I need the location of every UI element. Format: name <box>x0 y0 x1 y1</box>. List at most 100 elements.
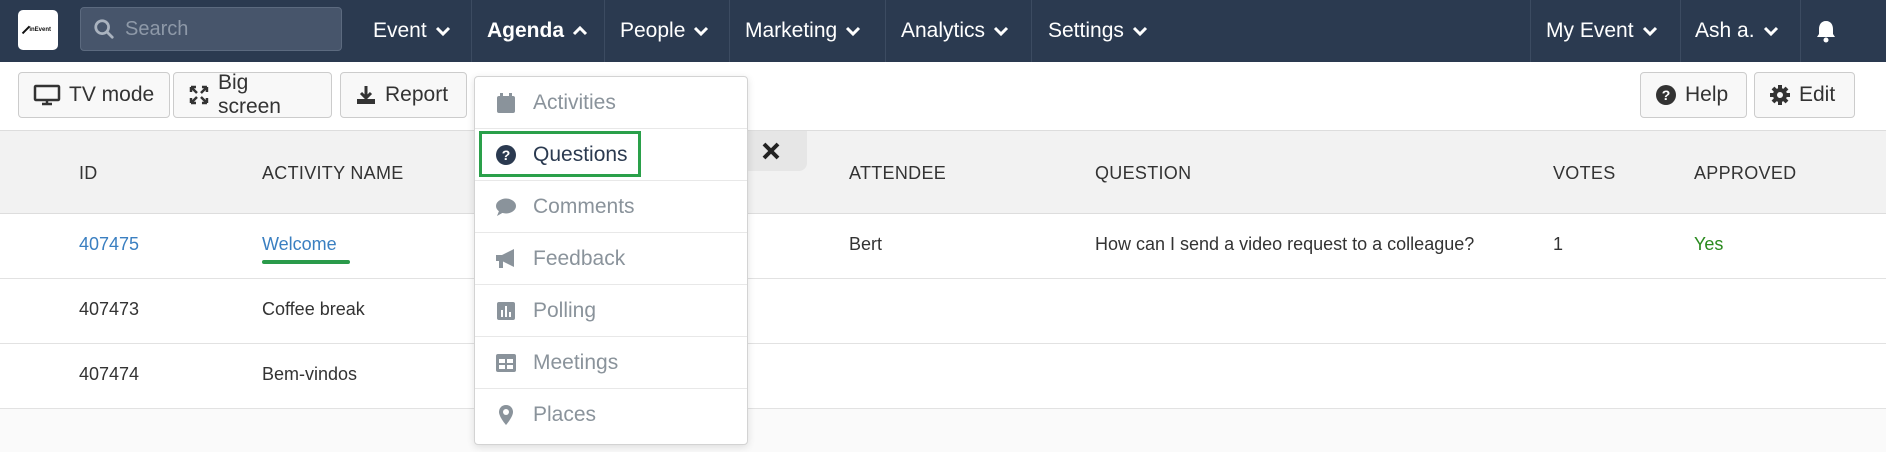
table-row[interactable]: 407473 Coffee break <box>0 279 1886 344</box>
column-header-question[interactable]: QUESTION <box>1095 163 1191 184</box>
nav-analytics-label: Analytics <box>901 19 986 42</box>
nav-event-label: Event <box>373 19 427 42</box>
nav-marketing-label: Marketing <box>745 19 838 42</box>
help-label: Help <box>1685 83 1729 106</box>
bullhorn-icon <box>491 248 521 270</box>
nav-divider <box>885 0 886 62</box>
top-navigation-bar: inEvent Event Agenda People Marketing An… <box>0 0 1886 62</box>
bar-chart-icon <box>491 301 521 321</box>
nav-settings[interactable]: Settings <box>1048 0 1148 62</box>
calendar-icon <box>491 92 521 114</box>
question-circle-icon: ? <box>491 144 521 166</box>
menu-item-places[interactable]: Places <box>475 389 747 441</box>
map-marker-icon <box>491 404 521 426</box>
report-button[interactable]: Report <box>340 72 467 118</box>
nav-divider <box>1031 0 1032 62</box>
row-id: 407474 <box>79 364 140 384</box>
big-screen-label: Big screen <box>217 71 281 118</box>
close-icon <box>762 142 780 160</box>
menu-item-label: Activities <box>533 90 616 114</box>
column-header-attendee[interactable]: ATTENDEE <box>849 163 946 184</box>
edit-label: Edit <box>1799 83 1836 106</box>
menu-item-meetings[interactable]: Meetings <box>475 337 747 389</box>
nav-people-label: People <box>620 19 686 42</box>
row-id-link[interactable]: 407475 <box>79 234 139 255</box>
row-question: How can I send a video request to a coll… <box>1095 234 1475 254</box>
column-header-votes[interactable]: VOTES <box>1553 163 1616 184</box>
nav-marketing[interactable]: Marketing <box>745 0 861 62</box>
agenda-dropdown-menu: Activities ? Questions Comments Feedback… <box>474 76 748 445</box>
menu-item-label: Polling <box>533 298 597 322</box>
table-row[interactable]: 407475 Welcome Bert How can I send a vid… <box>0 214 1886 279</box>
search-box <box>80 7 342 51</box>
questions-table: ID ACTIVITY NAME ATTENDEE QUESTION VOTES… <box>0 131 1886 452</box>
logo-mark-icon: inEvent <box>21 23 51 37</box>
download-icon <box>357 86 375 104</box>
tv-mode-button[interactable]: TV mode <box>18 72 170 118</box>
tv-icon <box>33 84 61 106</box>
big-screen-button[interactable]: Big screen <box>173 71 332 118</box>
chevron-down-icon <box>1132 25 1148 37</box>
menu-item-comments[interactable]: Comments <box>475 181 747 233</box>
nav-my-event-label: My Event <box>1546 19 1634 42</box>
chevron-down-icon <box>435 25 451 37</box>
row-activity-link[interactable]: Welcome <box>262 234 337 255</box>
nav-divider <box>604 0 605 62</box>
menu-item-label: Meetings <box>533 350 619 374</box>
chevron-up-icon <box>572 25 588 37</box>
column-header-id[interactable]: ID <box>79 163 98 184</box>
nav-user-menu[interactable]: Ash a. <box>1695 0 1779 62</box>
chevron-down-icon <box>1642 25 1658 37</box>
nav-user-label: Ash a. <box>1695 19 1755 42</box>
nav-people[interactable]: People <box>620 0 709 62</box>
row-id: 407473 <box>79 299 140 319</box>
table-header: ID ACTIVITY NAME ATTENDEE QUESTION VOTES… <box>0 131 1886 214</box>
page-toolbar: TV mode Big screen Report ? Help Edit <box>0 62 1886 131</box>
menu-item-label: Questions <box>533 142 628 166</box>
gear-icon <box>1770 85 1790 105</box>
menu-item-questions[interactable]: ? Questions <box>475 129 747 181</box>
menu-item-activities[interactable]: Activities <box>475 77 747 129</box>
report-label: Report <box>385 83 449 106</box>
chevron-down-icon <box>845 25 861 37</box>
help-button[interactable]: ? Help <box>1640 72 1747 118</box>
nav-divider <box>1680 0 1681 62</box>
row-attendee: Bert <box>849 234 883 254</box>
row-votes: 1 <box>1553 234 1564 254</box>
nav-divider <box>729 0 730 62</box>
activity-underline-marker <box>262 260 350 264</box>
column-header-approved[interactable]: APPROVED <box>1694 163 1796 184</box>
menu-item-polling[interactable]: Polling <box>475 285 747 337</box>
svg-text:?: ? <box>1662 87 1671 103</box>
svg-text:?: ? <box>502 147 511 163</box>
chevron-down-icon <box>693 25 709 37</box>
search-icon <box>94 19 114 39</box>
nav-agenda[interactable]: Agenda <box>487 0 588 62</box>
menu-item-label: Feedback <box>533 246 626 270</box>
chevron-down-icon <box>993 25 1009 37</box>
notifications-button[interactable] <box>1815 0 1837 62</box>
nav-analytics[interactable]: Analytics <box>901 0 1009 62</box>
nav-agenda-label: Agenda <box>487 19 565 42</box>
search-input[interactable] <box>123 16 327 42</box>
column-header-activity[interactable]: ACTIVITY NAME <box>262 163 404 184</box>
nav-divider <box>1530 0 1531 62</box>
nav-my-event[interactable]: My Event <box>1546 0 1658 62</box>
row-activity: Bem-vindos <box>262 364 358 384</box>
nav-divider <box>1800 0 1801 62</box>
comment-icon <box>491 197 521 217</box>
row-activity: Coffee break <box>262 299 365 319</box>
nav-event[interactable]: Event <box>373 0 451 62</box>
bell-icon <box>1817 21 1835 43</box>
table-row[interactable]: 407474 Bem-vindos <box>0 344 1886 409</box>
menu-item-label: Comments <box>533 194 635 218</box>
chevron-down-icon <box>1763 25 1779 37</box>
question-circle-icon: ? <box>1656 85 1676 105</box>
expand-icon <box>189 85 209 105</box>
table-icon <box>491 353 521 373</box>
menu-item-feedback[interactable]: Feedback <box>475 233 747 285</box>
app-logo[interactable]: inEvent <box>18 10 58 50</box>
nav-divider <box>471 0 472 62</box>
edit-button[interactable]: Edit <box>1754 72 1855 118</box>
row-approved: Yes <box>1694 234 1724 254</box>
